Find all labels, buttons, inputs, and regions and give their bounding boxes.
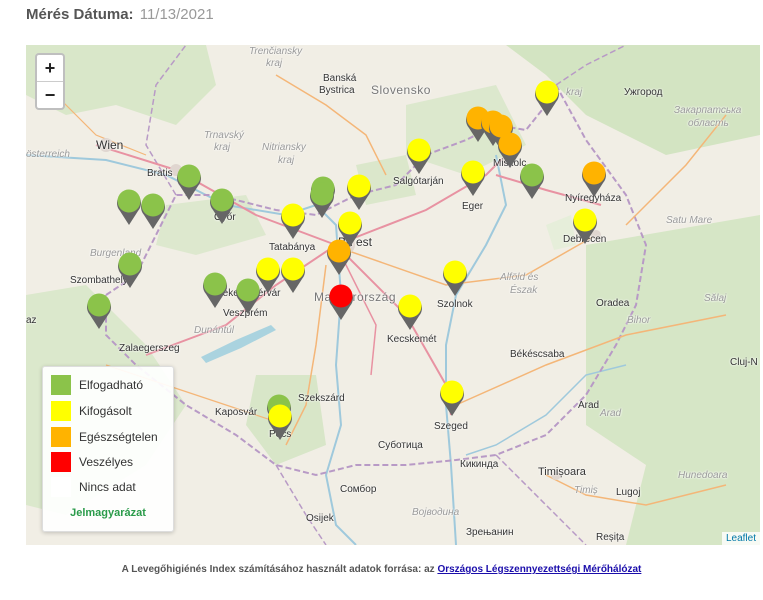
- air-quality-marker-acceptable[interactable]: [84, 290, 114, 330]
- label-oradea: Oradea: [596, 298, 630, 309]
- legend-label: Egészségtelen: [79, 430, 158, 444]
- air-quality-marker-acceptable[interactable]: [200, 269, 230, 309]
- data-source-text: A Levegőhigiénés Index számításához hasz…: [121, 564, 435, 575]
- label-timisoara: Timișoara: [538, 466, 586, 478]
- label-salgotarjan: Salgótarján: [393, 176, 444, 187]
- air-quality-marker-objectionable[interactable]: [278, 254, 308, 294]
- air-quality-marker-objectionable[interactable]: [458, 157, 488, 197]
- air-quality-marker-objectionable[interactable]: [440, 257, 470, 297]
- label-arad-city: Arad: [578, 400, 600, 411]
- air-quality-marker-acceptable[interactable]: [174, 161, 204, 201]
- label-oblast: область: [688, 118, 729, 129]
- legend-label: Nincs adat: [79, 480, 136, 494]
- air-quality-marker-unhealthy[interactable]: [579, 158, 609, 198]
- zoom-in-button[interactable]: +: [37, 55, 63, 81]
- legend-item-nincs-adat: Nincs adat: [51, 477, 136, 497]
- legend-item-elfogadhato: Elfogadható: [51, 375, 143, 395]
- label-nitriansky: Nitriansky: [262, 142, 306, 153]
- air-quality-marker-objectionable[interactable]: [395, 291, 425, 331]
- map-container[interactable]: Slovensko Magyarország Trenčiansky kraj …: [26, 45, 760, 545]
- label-dunantul: Dunántúl: [194, 325, 235, 336]
- air-quality-marker-acceptable[interactable]: [115, 249, 145, 289]
- zoom-control: + −: [35, 53, 65, 110]
- label-vojvodina: Војводина: [412, 507, 460, 518]
- legend-label: Elfogadható: [79, 378, 144, 392]
- legend-label: Veszélyes: [79, 455, 134, 469]
- label-zalaegerszeg: Zalaegerszeg: [119, 343, 180, 354]
- legend-swatch-egeszsegtelen: [51, 427, 71, 447]
- data-source-note: A Levegőhigiénés Index számításához hasz…: [0, 564, 763, 575]
- label-az: az: [26, 315, 37, 326]
- label-kraj-4: kraj: [566, 87, 583, 98]
- label-bratislava: Bratis: [147, 168, 173, 179]
- air-quality-marker-acceptable[interactable]: [138, 190, 168, 230]
- label-trnavsky: Trnavský: [204, 130, 244, 141]
- measurement-date: Mérés Dátuma: 11/13/2021: [26, 6, 214, 23]
- label-kraj-2: kraj: [214, 142, 231, 153]
- label-szekszard: Szekszárd: [298, 393, 345, 404]
- label-subotica: Суботица: [378, 440, 423, 451]
- legend-swatch-kifogasolt: [51, 401, 71, 421]
- zoom-out-button[interactable]: −: [37, 81, 63, 108]
- label-trenciansky: Trenčiansky: [249, 46, 303, 57]
- date-label: Mérés Dátuma:: [26, 6, 134, 23]
- label-tatabanya: Tatabánya: [269, 242, 316, 253]
- label-slovensko: Slovensko: [371, 83, 431, 97]
- label-zrenjanin: Зрењанин: [466, 527, 514, 538]
- label-kecskemet: Kecskemét: [387, 334, 437, 345]
- label-resita: Reșița: [596, 532, 625, 543]
- label-salaj: Sălaj: [704, 293, 727, 304]
- air-quality-marker-objectionable[interactable]: [344, 171, 374, 211]
- air-quality-marker-unhealthy[interactable]: [324, 236, 354, 276]
- air-quality-marker-dangerous[interactable]: [326, 281, 356, 321]
- legend-swatch-elfogadhato: [51, 375, 71, 395]
- air-quality-marker-objectionable[interactable]: [532, 77, 562, 117]
- label-bekescsaba: Békéscsaba: [510, 349, 565, 360]
- label-arad-region: Arad: [600, 408, 622, 419]
- label-sombor: Сомбор: [340, 484, 377, 495]
- label-eger: Eger: [462, 201, 484, 212]
- leaflet-attribution-link[interactable]: Leaflet: [721, 532, 760, 545]
- date-value: 11/13/2021: [139, 6, 214, 23]
- label-kraj-3: kraj: [278, 155, 295, 166]
- legend-title: Jelmagyarázat: [70, 507, 146, 519]
- legend-label: Kifogásolt: [79, 404, 132, 418]
- label-hunedoara: Hunedoara: [678, 470, 728, 481]
- data-source-link[interactable]: Országos Légszennyezettségi Mérőhálózat: [437, 564, 641, 575]
- air-quality-marker-acceptable[interactable]: [207, 185, 237, 225]
- label-bystrica: Bystrica: [319, 85, 355, 96]
- legend: Elfogadható Kifogásolt Egészségtelen Ves…: [42, 366, 174, 532]
- label-satu-mare: Satu Mare: [666, 215, 713, 226]
- label-timis: Timiș: [574, 485, 598, 496]
- label-lugoj: Lugoj: [616, 487, 641, 498]
- label-szeged: Szeged: [434, 421, 468, 432]
- label-kaposvar: Kaposvár: [215, 407, 258, 418]
- label-kikinda: Кикинда: [460, 459, 499, 470]
- air-quality-marker-objectionable[interactable]: [278, 200, 308, 240]
- label-szolnok: Szolnok: [437, 299, 473, 310]
- legend-item-veszelyes: Veszélyes: [51, 452, 133, 472]
- legend-swatch-nincs-adat: [51, 477, 71, 497]
- legend-swatch-veszelyes: [51, 452, 71, 472]
- label-cluj: Cluj-N: [730, 357, 758, 368]
- label-osijek: Osijek: [306, 513, 334, 524]
- legend-item-kifogasolt: Kifogásolt: [51, 401, 132, 421]
- air-quality-marker-objectionable[interactable]: [570, 205, 600, 245]
- air-quality-marker-objectionable[interactable]: [437, 377, 467, 417]
- legend-item-egeszsegtelen: Egészségtelen: [51, 427, 158, 447]
- label-alfold-1: Alföld és: [500, 272, 539, 283]
- label-banska: Banská: [323, 73, 357, 84]
- label-uzhgorod: Ужгород: [624, 87, 663, 98]
- label-bihor: Bihor: [627, 315, 651, 326]
- label-kraj-1: kraj: [266, 58, 283, 69]
- label-osterreich: österreich: [26, 149, 70, 160]
- label-alfold-2: Észak: [510, 285, 538, 296]
- label-zakarpatska: Закарпатська: [674, 105, 742, 116]
- label-wien: Wien: [96, 138, 124, 152]
- air-quality-marker-objectionable[interactable]: [404, 135, 434, 175]
- air-quality-marker-objectionable[interactable]: [265, 401, 295, 441]
- air-quality-marker-acceptable[interactable]: [307, 179, 337, 219]
- air-quality-marker-unhealthy[interactable]: [495, 129, 525, 169]
